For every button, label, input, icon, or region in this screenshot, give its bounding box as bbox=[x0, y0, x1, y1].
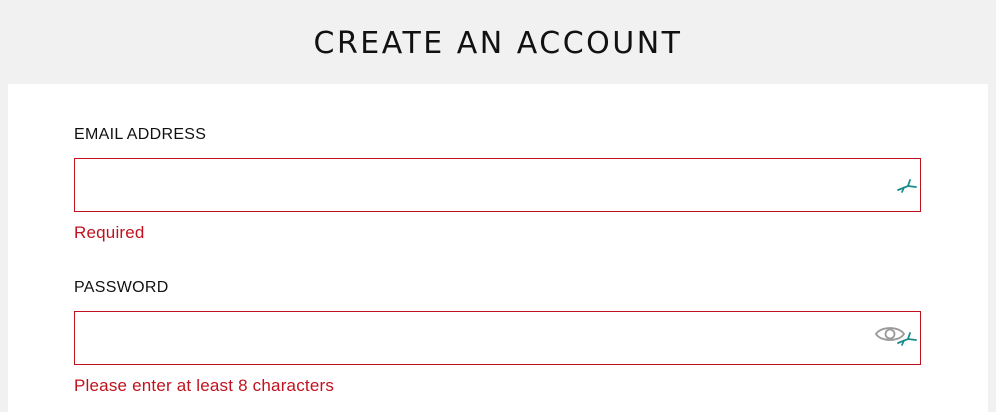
autofill-icon[interactable] bbox=[896, 330, 918, 346]
password-label: PASSWORD bbox=[74, 279, 169, 296]
page-header: CREATE AN ACCOUNT bbox=[0, 0, 996, 84]
email-label: EMAIL ADDRESS bbox=[74, 126, 207, 143]
password-field-container bbox=[74, 311, 921, 365]
password-error-message: Please enter at least 8 characters bbox=[74, 376, 335, 395]
create-account-form: EMAIL ADDRESS Required PASSWORD Please e… bbox=[8, 84, 988, 412]
email-field-container bbox=[74, 158, 921, 212]
autofill-icon[interactable] bbox=[896, 177, 918, 193]
password-field[interactable] bbox=[75, 312, 883, 364]
email-error-message: Required bbox=[74, 223, 145, 242]
page-title: CREATE AN ACCOUNT bbox=[313, 26, 683, 61]
email-field[interactable] bbox=[75, 159, 883, 211]
